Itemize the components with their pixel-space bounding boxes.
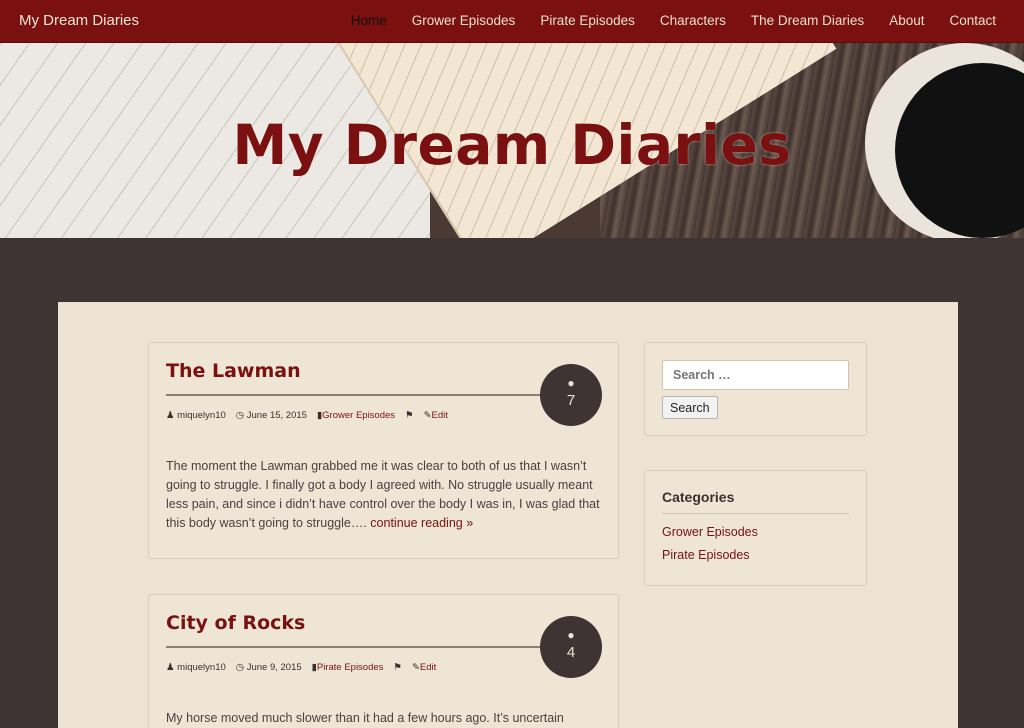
category-link-grower-episodes[interactable]: Grower Episodes [662, 525, 758, 539]
comments-icon: ● [567, 376, 575, 390]
pencil-icon: ✎ [411, 662, 420, 673]
post-excerpt-text: My horse moved much slower than it had a… [166, 711, 564, 725]
main-menu: Home Grower Episodes Pirate Episodes Cha… [351, 13, 996, 28]
hero-banner: My Dream Diaries [0, 43, 1024, 238]
post-meta: ♟ miquelyn10 ◷ June 9, 2015 ▮Pirate Epis… [166, 662, 436, 673]
post-date: ◷ June 15, 2015 [236, 410, 307, 421]
search-button[interactable]: Search [662, 396, 718, 419]
comments-icon: ● [567, 628, 575, 642]
post-excerpt: My horse moved much slower than it had a… [166, 709, 606, 728]
post-category: ▮Grower Episodes [317, 410, 395, 421]
post-title-divider [166, 394, 546, 396]
search-input[interactable] [662, 360, 849, 390]
hero-title: My Dream Diaries [232, 113, 792, 177]
content-area: The Lawman ● 7 ♟ miquelyn10 ◷ June 15, 2… [58, 302, 958, 728]
post-title-link[interactable]: City of Rocks [166, 612, 305, 634]
post-edit: ✎Edit [412, 662, 436, 673]
post-author-link[interactable]: miquelyn10 [177, 410, 226, 421]
post-category: ▮Pirate Episodes [312, 662, 384, 673]
comments-count-link[interactable]: ● 4 [540, 616, 602, 678]
tags-icon: ⚑ [393, 662, 402, 673]
post-title-link[interactable]: The Lawman [166, 360, 301, 382]
post-category-link[interactable]: Pirate Episodes [317, 662, 384, 673]
post-category-link[interactable]: Grower Episodes [322, 410, 395, 421]
continue-reading-link[interactable]: continue reading » [370, 516, 473, 530]
search-widget: Search [644, 342, 867, 436]
edit-link[interactable]: Edit [432, 410, 448, 421]
nav-item-home[interactable]: Home [351, 13, 387, 28]
post-author-link[interactable]: miquelyn10 [177, 662, 226, 673]
comments-count: 4 [566, 644, 576, 661]
nav-item-grower-episodes[interactable]: Grower Episodes [412, 13, 516, 28]
pencil-icon: ✎ [423, 410, 432, 421]
nav-item-characters[interactable]: Characters [660, 13, 726, 28]
categories-widget: Categories Grower Episodes Pirate Episod… [644, 470, 867, 586]
post-date-link[interactable]: June 9, 2015 [247, 662, 302, 673]
post-author: ♟ miquelyn10 [166, 662, 226, 673]
categories-divider [662, 513, 849, 514]
category-link-pirate-episodes[interactable]: Pirate Episodes [662, 548, 750, 562]
nav-item-about[interactable]: About [889, 13, 924, 28]
clock-icon: ◷ [235, 662, 245, 673]
edit-link[interactable]: Edit [420, 662, 436, 673]
nav-item-contact[interactable]: Contact [949, 13, 996, 28]
nav-item-pirate-episodes[interactable]: Pirate Episodes [540, 13, 635, 28]
user-icon: ♟ [166, 410, 175, 421]
post-title-divider [166, 646, 546, 648]
post-card: City of Rocks ● 4 ♟ miquelyn10 ◷ June 9,… [148, 594, 619, 728]
post-author: ♟ miquelyn10 [166, 410, 226, 421]
post-excerpt: The moment the Lawman grabbed me it was … [166, 457, 606, 533]
post-card: The Lawman ● 7 ♟ miquelyn10 ◷ June 15, 2… [148, 342, 619, 559]
post-date-link[interactable]: June 15, 2015 [247, 410, 307, 421]
post-meta: ♟ miquelyn10 ◷ June 15, 2015 ▮Grower Epi… [166, 410, 448, 421]
site-brand-link[interactable]: My Dream Diaries [19, 12, 139, 29]
tags-icon: ⚑ [405, 410, 414, 421]
nav-item-the-dream-diaries[interactable]: The Dream Diaries [751, 13, 864, 28]
post-date: ◷ June 9, 2015 [236, 662, 302, 673]
post-edit: ✎Edit [424, 410, 448, 421]
categories-title: Categories [662, 489, 735, 505]
comments-count-link[interactable]: ● 7 [540, 364, 602, 426]
top-navbar: My Dream Diaries Home Grower Episodes Pi… [0, 0, 1024, 43]
comments-count: 7 [566, 392, 576, 409]
clock-icon: ◷ [235, 410, 245, 421]
user-icon: ♟ [166, 662, 175, 673]
